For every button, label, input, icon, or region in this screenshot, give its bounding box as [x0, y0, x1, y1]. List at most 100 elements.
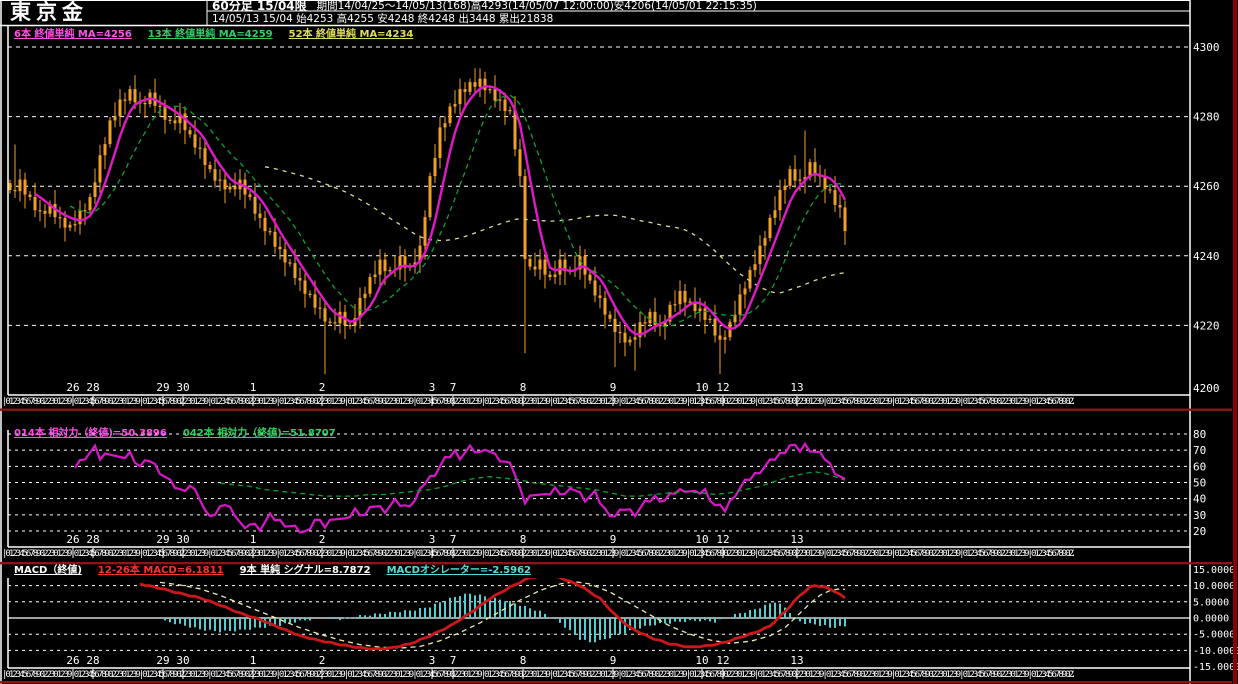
- osc-bar: [559, 618, 561, 623]
- osc-bar: [339, 618, 341, 621]
- osc-bar: [404, 610, 406, 618]
- candle: [168, 119, 172, 121]
- osc-bar: [579, 618, 581, 640]
- ma6-legend: 6本 終値単純 MA=4256: [14, 29, 132, 40]
- date-tick-label: 13: [790, 381, 803, 394]
- candle: [448, 106, 452, 124]
- osc-bar: [299, 618, 301, 621]
- osc-bar: [234, 618, 236, 632]
- candle: [503, 99, 507, 112]
- date-tick-label: 30: [176, 381, 189, 394]
- osc-bar: [519, 605, 521, 618]
- osc-bar: [474, 595, 476, 618]
- osc-bar: [739, 613, 741, 618]
- osc-bar: [374, 613, 376, 618]
- candle: [68, 224, 72, 228]
- candle: [443, 123, 447, 128]
- candle: [743, 288, 747, 295]
- candle: [313, 294, 317, 308]
- candle: [93, 182, 97, 197]
- osc-bar: [389, 611, 391, 618]
- date-tick-label: 13: [790, 533, 803, 546]
- price-axis-label: 4220: [1193, 319, 1220, 332]
- candle: [128, 89, 132, 101]
- osc-bar: [409, 610, 411, 618]
- candle: [778, 190, 782, 211]
- candle: [318, 307, 322, 309]
- candle: [483, 78, 487, 91]
- date-tick-label: 8: [520, 381, 527, 394]
- osc-bar: [654, 618, 656, 626]
- candle: [143, 103, 147, 105]
- date-tick-label: 10: [695, 381, 708, 394]
- macd-axis-label: -5.0000: [1193, 630, 1235, 641]
- osc-bar: [219, 618, 221, 633]
- candle: [683, 290, 687, 303]
- candle: [618, 332, 622, 334]
- candle: [788, 169, 792, 186]
- osc-bar: [744, 612, 746, 618]
- candle: [213, 169, 217, 181]
- date-tick-label: 12: [716, 654, 729, 667]
- date-tick-label: 1: [250, 654, 257, 667]
- candle: [608, 314, 612, 319]
- candle: [28, 194, 32, 197]
- chart-canvas[interactable]: 4300428042604240422042008070605040302015…: [0, 0, 1238, 684]
- osc-bar: [394, 612, 396, 618]
- osc-bar: [634, 618, 636, 630]
- osc-bar: [769, 603, 771, 618]
- osc-bar: [664, 618, 666, 624]
- osc-bar: [614, 618, 616, 636]
- macd-axis-label: -15.0000: [1193, 662, 1238, 673]
- date-tick-label: 12: [716, 381, 729, 394]
- osc-bar: [569, 618, 571, 631]
- osc-bar: [824, 618, 826, 625]
- osc-bar: [309, 618, 311, 621]
- candle: [18, 179, 22, 192]
- osc-bar: [814, 618, 816, 625]
- osc-bar: [174, 618, 176, 625]
- date-tick-label: 3: [429, 381, 436, 394]
- candle: [98, 155, 102, 183]
- osc-bar: [719, 618, 721, 620]
- osc-bar: [354, 617, 356, 619]
- period-info: 期間14/04/25～14/05/13(168)高4293(14/05/07 1…: [316, 0, 757, 12]
- candle: [508, 109, 512, 112]
- osc-bar: [484, 596, 486, 618]
- header-line-1: 60分足 15/04限 期間14/04/25～14/05/13(168)高429…: [212, 0, 757, 12]
- rsi-axis-label: 50: [1193, 477, 1206, 490]
- osc-bar: [834, 618, 836, 628]
- osc-bar: [584, 618, 586, 640]
- osc-bar: [349, 617, 351, 619]
- osc-bar: [189, 618, 191, 628]
- osc-bar: [454, 596, 456, 618]
- osc-bar: [639, 618, 641, 629]
- osc-bar: [239, 618, 241, 630]
- date-tick-label: 26: [66, 381, 79, 394]
- candle: [438, 127, 442, 159]
- osc-bar: [229, 618, 231, 631]
- candle: [713, 318, 717, 336]
- osc-bar: [649, 618, 651, 626]
- macd-line: [139, 578, 846, 651]
- rsi42-line: [219, 471, 846, 497]
- ma13-legend: 13本 終値単純 MA=4259: [147, 29, 273, 40]
- osc-bar: [749, 610, 751, 618]
- candle: [783, 185, 787, 191]
- price-axis-label: 4260: [1193, 180, 1220, 193]
- osc-bar: [424, 607, 426, 618]
- date-tick-label: 8: [520, 533, 527, 546]
- osc-bar: [789, 612, 791, 618]
- macd-legend-row: MACD（終値) 12-26本 MACD=6.1811 9本 単純 シグナル=8…: [14, 564, 531, 577]
- osc-bar: [524, 605, 526, 618]
- osc-bar: [224, 618, 226, 631]
- osc-bar: [609, 618, 611, 639]
- osc-bar: [804, 618, 806, 624]
- date-tick-label: 2: [319, 381, 326, 394]
- candle: [73, 224, 77, 226]
- candle: [748, 270, 752, 289]
- rsi14-legend: 014本 相対力（終値)=50.3896: [14, 428, 167, 439]
- instrument-title: 東京金: [10, 0, 88, 24]
- candle: [773, 210, 777, 218]
- osc-bar: [244, 618, 246, 630]
